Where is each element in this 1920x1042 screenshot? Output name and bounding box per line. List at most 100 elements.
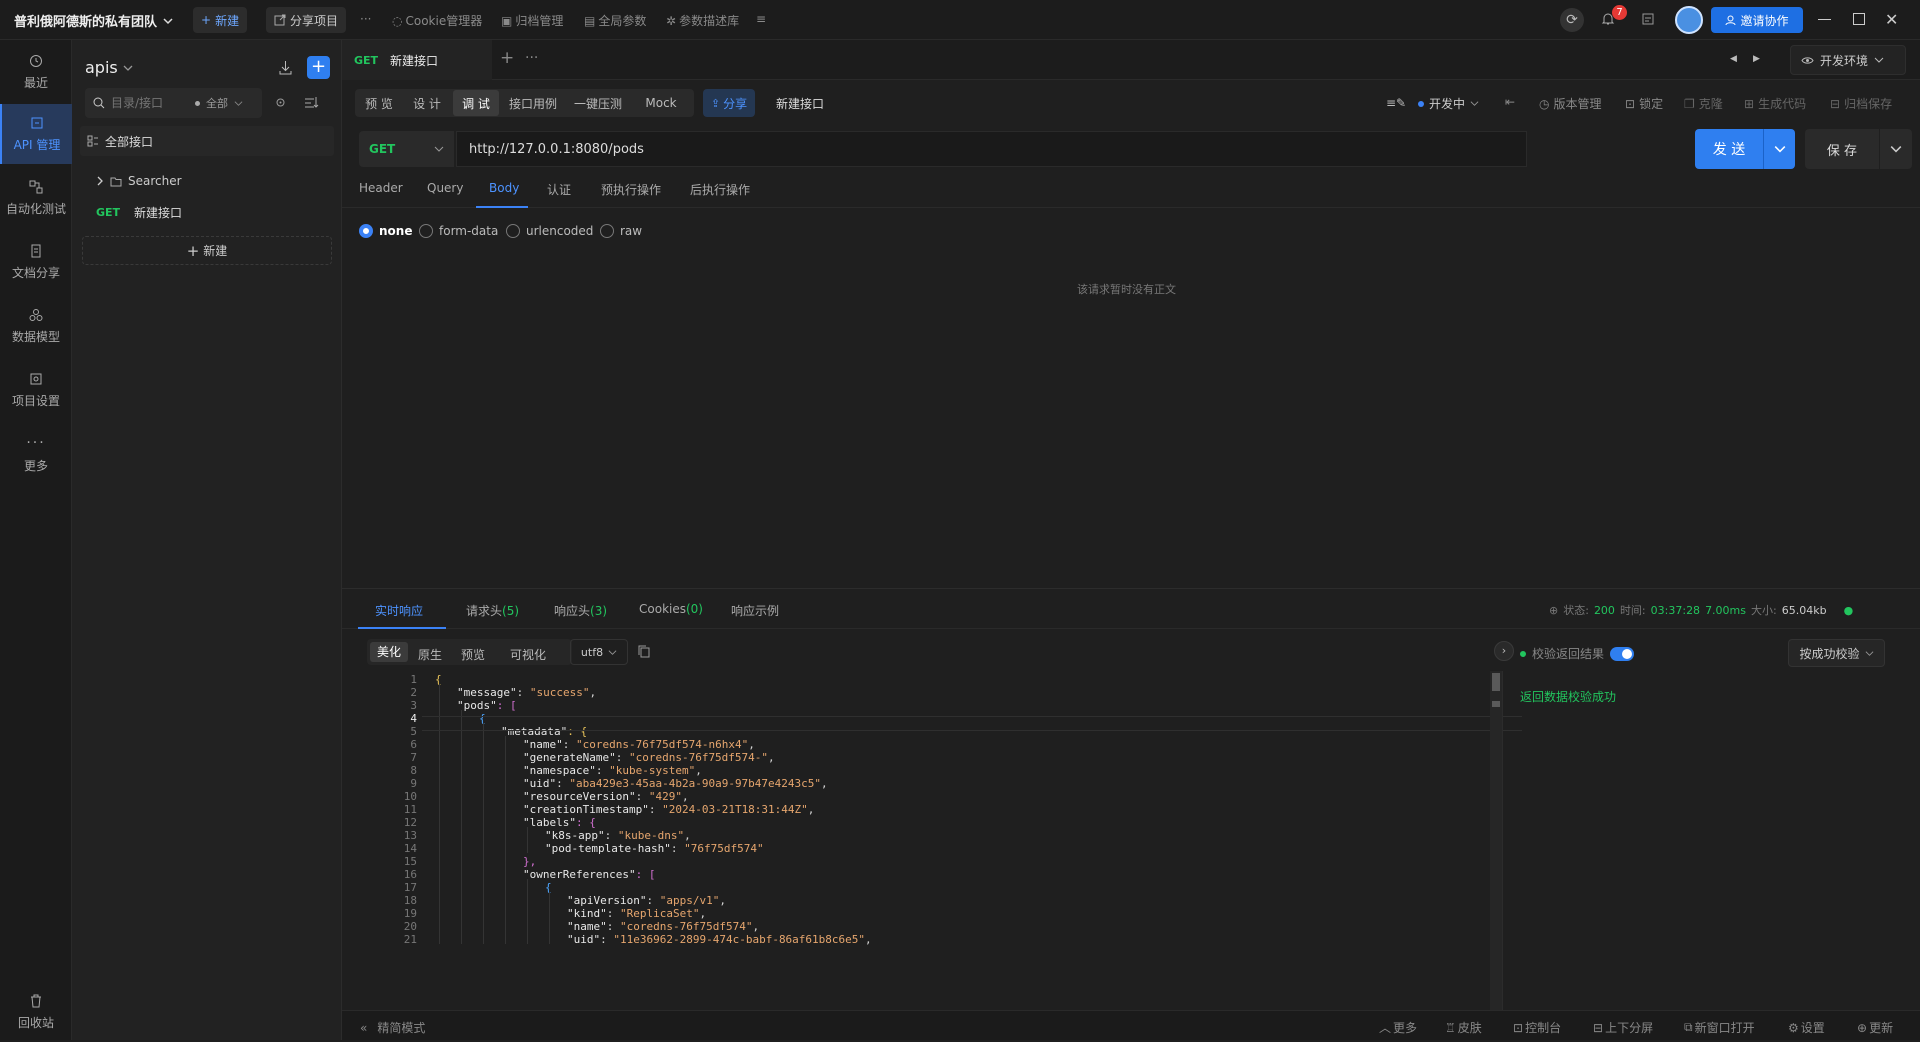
copy-icon[interactable] xyxy=(638,645,650,658)
archive-manager[interactable]: ▣ 归档管理 xyxy=(501,12,563,29)
tab-query[interactable]: Query xyxy=(427,181,463,195)
tab-request-headers[interactable]: 请求头 (5) xyxy=(466,602,519,619)
statusbar-settings[interactable]: ⚙ 设置 xyxy=(1788,1019,1825,1036)
mode-mock[interactable]: Mock xyxy=(633,90,689,116)
minimize-icon[interactable] xyxy=(1818,19,1831,20)
code-viewer[interactable]: 1{2 "message": "success", 3 "pods": [4{5 "me… xyxy=(367,671,1522,1011)
message-icon[interactable] xyxy=(1641,12,1655,26)
tab-cookies[interactable]: Cookies (0) xyxy=(639,602,703,616)
add-api-button[interactable]: + xyxy=(307,56,330,79)
share-button[interactable]: ⇪ 分享 xyxy=(703,89,755,117)
method-select[interactable]: GET xyxy=(359,131,454,167)
save-button[interactable]: 保 存 xyxy=(1805,129,1879,169)
maximize-icon[interactable] xyxy=(1853,13,1865,25)
generate-code-button[interactable]: ⊞ 生成代码 xyxy=(1744,95,1806,112)
team-switcher[interactable]: 普利俄阿德斯的私有团队 xyxy=(14,11,173,30)
all-apis-row[interactable]: 全部接口 xyxy=(80,126,334,156)
sort-icon[interactable] xyxy=(304,96,319,109)
invite-button[interactable]: 邀请协作 xyxy=(1711,7,1803,33)
tab-new-api[interactable]: GET 新建接口 xyxy=(342,40,492,80)
lock-button[interactable]: ⊡ 锁定 xyxy=(1625,95,1663,112)
body-type-raw[interactable]: raw xyxy=(600,224,642,238)
more-menu[interactable]: ··· xyxy=(360,12,371,26)
tab-realtime-response[interactable]: 实时响应 xyxy=(375,602,423,619)
global-params[interactable]: ▤ 全局参数 xyxy=(584,12,646,29)
nav-data-model[interactable]: 数据模型 xyxy=(0,296,72,356)
avatar[interactable] xyxy=(1675,6,1703,34)
send-button[interactable]: 发 送 xyxy=(1695,129,1763,169)
tab-header[interactable]: Header xyxy=(359,181,403,195)
nav-api-management[interactable]: API 管理 xyxy=(0,104,72,164)
param-desc-library[interactable]: ✲ 参数描述库 xyxy=(666,12,739,29)
sync-icon[interactable]: ⟳ xyxy=(1560,8,1584,32)
clone-button[interactable]: ❐ 克隆 xyxy=(1684,95,1723,112)
filter-select[interactable]: 全部 xyxy=(206,95,228,111)
statusbar-skin[interactable]: ♖ 皮肤 xyxy=(1445,1019,1482,1036)
project-selector[interactable]: apis xyxy=(85,58,133,77)
indent-guide xyxy=(527,931,528,944)
encoding-select[interactable]: utf8 xyxy=(570,639,628,665)
validation-toggle[interactable] xyxy=(1610,646,1635,661)
validation-mode-select[interactable]: 按成功校验 xyxy=(1788,639,1885,667)
mode-cases[interactable]: 接口用例 xyxy=(503,90,563,116)
indent-guide xyxy=(483,918,484,931)
import-icon[interactable] xyxy=(278,60,293,75)
tab-next-icon[interactable]: ▶ xyxy=(1753,54,1760,64)
version-management[interactable]: ◷ 版本管理 xyxy=(1539,95,1602,112)
tab-response-headers[interactable]: 响应头 (3) xyxy=(554,602,607,619)
nav-doc-share[interactable]: 文档分享 xyxy=(0,232,72,292)
body-type-form-data[interactable]: form-data xyxy=(419,224,498,238)
body-type-none[interactable]: none xyxy=(359,224,412,238)
nav-more[interactable]: ··· 更多 xyxy=(0,424,72,484)
url-input[interactable]: http://127.0.0.1:8080/pods xyxy=(456,131,1527,167)
mode-design[interactable]: 设 计 xyxy=(405,90,449,116)
doc-format-icon[interactable]: ≡✎ xyxy=(1386,96,1406,110)
env-selector[interactable]: 开发环境 xyxy=(1790,45,1906,75)
tab-more-icon[interactable]: ··· xyxy=(525,50,538,66)
search-input[interactable] xyxy=(111,96,181,110)
body-type-urlencoded[interactable]: urlencoded xyxy=(506,224,593,238)
nav-auto-test[interactable]: 自动化测试 xyxy=(0,168,72,228)
cookie-manager[interactable]: ◌ Cookie管理器 xyxy=(392,12,482,29)
view-preview[interactable]: 预览 xyxy=(461,646,485,663)
menu-toggle-icon[interactable]: ≡ xyxy=(756,12,766,26)
scrollbar-thumb[interactable] xyxy=(1492,673,1500,691)
statusbar-console[interactable]: ⊡ 控制台 xyxy=(1513,1019,1561,1036)
new-item-button[interactable]: + 新建 xyxy=(82,236,332,265)
new-button[interactable]: + 新建 xyxy=(193,7,248,33)
add-tab-icon[interactable]: + xyxy=(500,48,514,68)
tab-response-example[interactable]: 响应示例 xyxy=(731,602,779,619)
folder-searcher[interactable]: Searcher xyxy=(96,174,182,188)
view-visualize[interactable]: 可视化 xyxy=(510,646,546,663)
statusbar-update[interactable]: ⊕ 更新 xyxy=(1857,1019,1893,1036)
status-selector[interactable]: 开发中 xyxy=(1418,95,1479,112)
archive-save-button[interactable]: ⊟ 归档保存 xyxy=(1830,95,1892,112)
compact-mode-toggle[interactable]: «精简模式 xyxy=(360,1019,425,1036)
statusbar-split[interactable]: ⊟ 上下分屏 xyxy=(1593,1019,1653,1036)
locate-icon[interactable] xyxy=(274,96,287,109)
save-options-button[interactable] xyxy=(1880,129,1912,169)
view-beautify[interactable]: 美化 xyxy=(370,642,408,662)
scrollbar[interactable] xyxy=(1490,671,1502,1011)
tab-body[interactable]: Body xyxy=(489,181,519,195)
nav-project-settings[interactable]: 项目设置 xyxy=(0,360,72,420)
collapse-icon[interactable]: ⇤ xyxy=(1505,95,1515,109)
api-item-new[interactable]: GET 新建接口 xyxy=(96,204,182,221)
statusbar-more[interactable]: ︿ 更多 xyxy=(1379,1019,1417,1036)
tab-pre-script[interactable]: 预执行操作 xyxy=(601,181,661,198)
close-icon[interactable]: ✕ xyxy=(1885,10,1898,29)
view-raw[interactable]: 原生 xyxy=(418,646,442,663)
statusbar-new-window[interactable]: ⧉ 新窗口打开 xyxy=(1684,1019,1755,1036)
mode-debug[interactable]: 调 试 xyxy=(453,90,499,116)
tab-post-script[interactable]: 后执行操作 xyxy=(690,181,750,198)
share-project-button[interactable]: 分享项目 xyxy=(266,7,347,33)
collapse-pane-icon[interactable]: › xyxy=(1494,641,1514,661)
search-box[interactable]: 全部 xyxy=(85,88,262,118)
mode-preview[interactable]: 预 览 xyxy=(357,90,401,116)
tab-prev-icon[interactable]: ◀ xyxy=(1730,54,1737,64)
mode-stress[interactable]: 一键压测 xyxy=(567,90,629,116)
nav-recent[interactable]: 最近 xyxy=(0,42,72,102)
nav-trash[interactable]: 回收站 xyxy=(0,982,72,1042)
tab-auth[interactable]: 认证 xyxy=(547,181,571,198)
send-options-button[interactable] xyxy=(1763,129,1795,169)
